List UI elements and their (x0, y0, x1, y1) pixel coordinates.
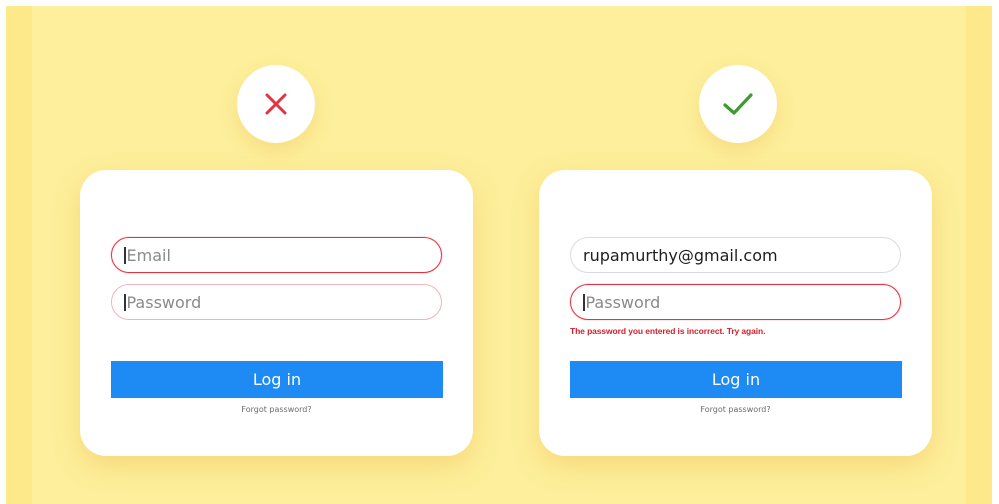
password-field[interactable]: Password (111, 284, 442, 320)
password-field[interactable]: Password (570, 284, 901, 320)
password-placeholder: Password (585, 292, 661, 312)
check-icon (723, 93, 753, 115)
background-stripe-left (6, 6, 32, 504)
password-placeholder: Password (126, 292, 202, 312)
text-caret (124, 246, 126, 264)
email-value: rupamurthy@gmail.com (583, 245, 778, 265)
cross-icon (265, 93, 287, 115)
forgot-password-link[interactable]: Forgot password? (539, 405, 932, 414)
email-placeholder: Email (126, 245, 171, 265)
text-caret (583, 293, 585, 311)
login-card-wrong: Email Password Log in Forgot password? (80, 170, 473, 456)
page: Email Password Log in Forgot password? r… (0, 0, 999, 504)
wrong-badge (237, 65, 315, 143)
login-card-right: rupamurthy@gmail.com Password The passwo… (539, 170, 932, 456)
background-stripe-right (966, 6, 992, 504)
forgot-password-link[interactable]: Forgot password? (80, 405, 473, 414)
email-field[interactable]: rupamurthy@gmail.com (570, 237, 901, 273)
login-button[interactable]: Log in (111, 361, 443, 398)
text-caret (124, 293, 126, 311)
password-error-message: The password you entered is incorrect. T… (570, 326, 766, 336)
right-badge (699, 65, 777, 143)
login-button[interactable]: Log in (570, 361, 902, 398)
email-field[interactable]: Email (111, 237, 442, 273)
